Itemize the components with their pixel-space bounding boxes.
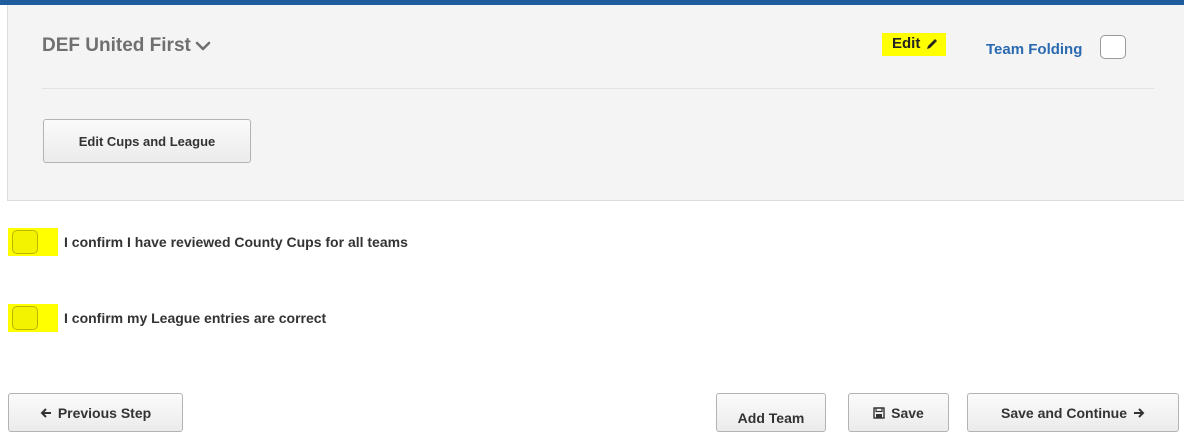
team-folding-checkbox[interactable] (1100, 35, 1126, 59)
chevron-down-icon (195, 41, 211, 51)
save-and-continue-label: Save and Continue (1000, 404, 1128, 421)
team-panel: DEF United First Edit Team Folding Edit … (7, 5, 1184, 201)
confirm-league-entries-checkbox[interactable] (8, 304, 58, 332)
arrow-right-icon (1134, 407, 1145, 418)
previous-step-label: Previous Step (57, 404, 152, 421)
checkbox-box (12, 230, 38, 254)
edit-label: Edit (892, 35, 921, 52)
team-name-label: DEF United First (42, 35, 191, 56)
pencil-icon (927, 38, 938, 49)
confirm-county-cups-checkbox[interactable] (8, 228, 58, 256)
confirm-league-entries-label: I confirm my League entries are correct (64, 310, 327, 326)
panel-divider (42, 88, 1154, 89)
save-button[interactable]: Save (848, 393, 949, 432)
add-team-button[interactable]: Add Team (716, 393, 826, 432)
confirm-county-cups-label: I confirm I have reviewed County Cups fo… (64, 234, 408, 250)
save-and-continue-button[interactable]: Save and Continue (967, 393, 1179, 432)
previous-step-button[interactable]: Previous Step (8, 393, 183, 432)
floppy-disk-icon (873, 406, 885, 419)
save-label: Save (891, 404, 924, 421)
team-folding-label[interactable]: Team Folding (986, 41, 1082, 58)
team-entry-page: DEF United First Edit Team Folding Edit … (0, 0, 1184, 432)
checkbox-box (12, 306, 38, 330)
confirm-league-entries-row: I confirm my League entries are correct (8, 304, 326, 332)
team-name-dropdown[interactable]: DEF United First (42, 35, 211, 57)
arrow-left-icon (40, 407, 51, 418)
confirm-county-cups-row: I confirm I have reviewed County Cups fo… (8, 228, 408, 256)
add-team-label: Add Team (737, 410, 805, 426)
edit-cups-and-league-button[interactable]: Edit Cups and League (43, 119, 251, 163)
edit-team-link[interactable]: Edit (882, 33, 947, 56)
